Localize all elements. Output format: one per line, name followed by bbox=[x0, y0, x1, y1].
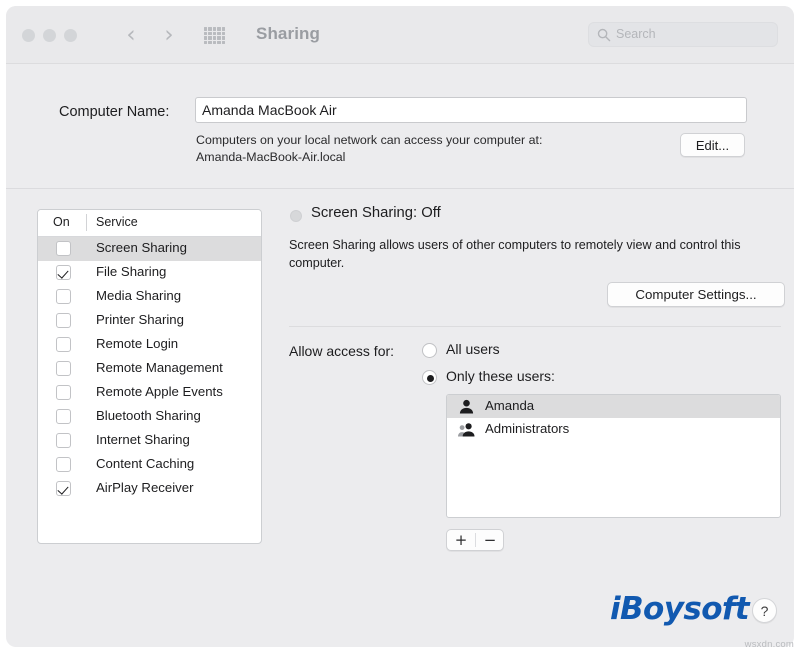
maximize-window-button[interactable] bbox=[64, 29, 77, 42]
site-watermark: wsxdn.com bbox=[745, 639, 794, 650]
allow-access-label: Allow access for: bbox=[289, 343, 394, 359]
service-label: Remote Apple Events bbox=[96, 384, 223, 399]
radio-only-these-users[interactable] bbox=[422, 370, 437, 385]
user-row[interactable]: Administrators bbox=[447, 418, 780, 441]
service-label: Internet Sharing bbox=[96, 432, 190, 447]
local-network-info-line1: Computers on your local network can acce… bbox=[196, 133, 542, 147]
radio-only-these-users-label[interactable]: Only these users: bbox=[446, 368, 555, 384]
column-divider bbox=[86, 214, 87, 231]
computer-name-section: Computer Name: Computers on your local n… bbox=[6, 64, 794, 188]
service-label: Bluetooth Sharing bbox=[96, 408, 201, 423]
help-button[interactable]: ? bbox=[752, 598, 777, 623]
column-header-on: On bbox=[53, 215, 70, 229]
service-row[interactable]: Screen Sharing bbox=[38, 237, 261, 261]
services-list[interactable]: On Service Screen Sharing File Sharing Med… bbox=[37, 209, 262, 544]
single-user-icon bbox=[458, 399, 475, 414]
user-name-label: Administrators bbox=[485, 421, 569, 436]
service-row[interactable]: File Sharing bbox=[38, 261, 261, 285]
add-user-button[interactable]: + bbox=[447, 530, 475, 550]
service-checkbox[interactable] bbox=[56, 265, 71, 280]
column-header-service: Service bbox=[96, 215, 138, 229]
edit-button[interactable]: Edit... bbox=[680, 133, 745, 157]
service-row[interactable]: Remote Management bbox=[38, 357, 261, 381]
service-checkbox[interactable] bbox=[56, 361, 71, 376]
service-checkbox[interactable] bbox=[56, 289, 71, 304]
service-checkbox[interactable] bbox=[56, 457, 71, 472]
chevron-left-icon[interactable]: ‹ bbox=[120, 22, 142, 48]
status-indicator-dot bbox=[290, 210, 302, 222]
service-row[interactable]: Remote Login bbox=[38, 333, 261, 357]
local-hostname: Amanda-MacBook-Air.local bbox=[196, 150, 345, 164]
show-all-grid-icon[interactable] bbox=[204, 27, 225, 44]
service-row[interactable]: Bluetooth Sharing bbox=[38, 405, 261, 429]
service-row[interactable]: AirPlay Receiver bbox=[38, 477, 261, 501]
radio-all-users[interactable] bbox=[422, 343, 437, 358]
user-list-add-remove-control: + − bbox=[446, 529, 504, 551]
services-list-header: On Service bbox=[38, 210, 261, 237]
service-label: Remote Login bbox=[96, 336, 178, 351]
service-row[interactable]: Remote Apple Events bbox=[38, 381, 261, 405]
search-field[interactable]: Search bbox=[588, 22, 778, 47]
system-preferences-window: ‹ › Sharing Search Computer Name: Comput… bbox=[6, 6, 794, 647]
service-label: AirPlay Receiver bbox=[96, 480, 193, 495]
user-row[interactable]: Amanda bbox=[447, 395, 780, 418]
search-placeholder: Search bbox=[616, 27, 656, 41]
close-window-button[interactable] bbox=[22, 29, 35, 42]
service-label: Content Caching bbox=[96, 456, 194, 471]
page-title: Sharing bbox=[256, 24, 320, 44]
status-title: Screen Sharing: Off bbox=[311, 205, 441, 221]
user-name-label: Amanda bbox=[485, 398, 534, 413]
service-row[interactable]: Content Caching bbox=[38, 453, 261, 477]
service-checkbox[interactable] bbox=[56, 433, 71, 448]
computer-name-label: Computer Name: bbox=[59, 104, 169, 120]
radio-all-users-label[interactable]: All users bbox=[446, 341, 500, 357]
services-rows: Screen Sharing File Sharing Media Sharing P… bbox=[38, 237, 261, 501]
service-label: Screen Sharing bbox=[96, 240, 187, 255]
chevron-right-icon[interactable]: › bbox=[158, 22, 180, 48]
service-label: File Sharing bbox=[96, 264, 166, 279]
service-checkbox[interactable] bbox=[56, 481, 71, 496]
service-checkbox[interactable] bbox=[56, 241, 71, 256]
group-users-icon bbox=[458, 422, 475, 437]
service-checkbox[interactable] bbox=[56, 313, 71, 328]
service-label: Printer Sharing bbox=[96, 312, 184, 327]
iboysoft-logo: iBoysoft bbox=[610, 591, 749, 627]
local-network-info: Computers on your local network can acce… bbox=[196, 132, 676, 166]
remove-user-button[interactable]: − bbox=[476, 530, 504, 550]
allowed-users-list[interactable]: Amanda Administrators bbox=[446, 394, 781, 518]
service-checkbox[interactable] bbox=[56, 385, 71, 400]
service-row[interactable]: Media Sharing bbox=[38, 285, 261, 309]
minimize-window-button[interactable] bbox=[43, 29, 56, 42]
computer-settings-button[interactable]: Computer Settings... bbox=[607, 282, 785, 307]
service-description: Screen Sharing allows users of other com… bbox=[289, 237, 781, 272]
detail-divider bbox=[289, 326, 781, 327]
section-divider bbox=[6, 188, 794, 189]
computer-name-input[interactable] bbox=[195, 97, 747, 123]
service-row[interactable]: Internet Sharing bbox=[38, 429, 261, 453]
search-icon bbox=[597, 28, 611, 42]
window-titlebar: ‹ › Sharing Search bbox=[6, 6, 794, 64]
service-checkbox[interactable] bbox=[56, 337, 71, 352]
service-row[interactable]: Printer Sharing bbox=[38, 309, 261, 333]
service-label: Remote Management bbox=[96, 360, 223, 375]
service-checkbox[interactable] bbox=[56, 409, 71, 424]
service-label: Media Sharing bbox=[96, 288, 181, 303]
